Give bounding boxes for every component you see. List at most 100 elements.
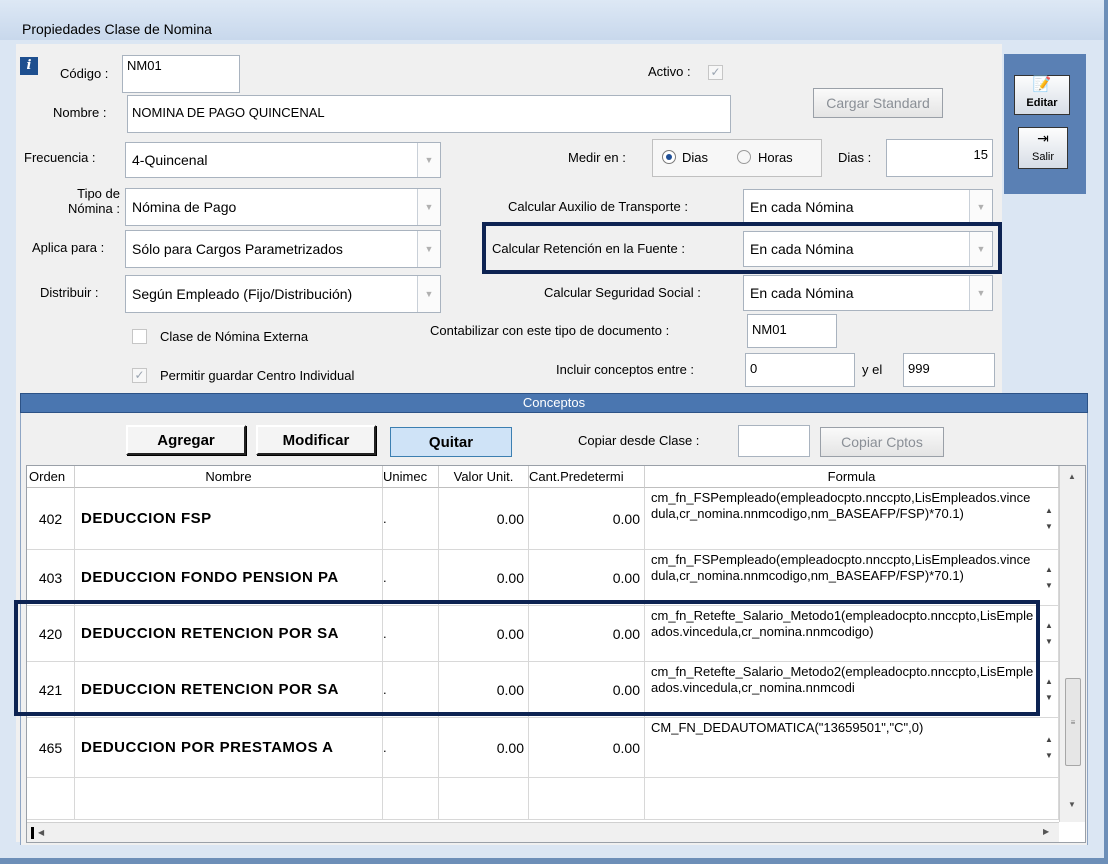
copiar-clase-field[interactable]: [738, 425, 810, 457]
column-header-unimed[interactable]: Unimec: [383, 466, 439, 488]
contabilizar-label: Contabilizar con este tipo de documento …: [430, 323, 670, 338]
table-row[interactable]: 403 DEDUCCION FONDO PENSION PA . 0.00 0.…: [27, 550, 1059, 606]
incluir-to-field[interactable]: 999: [903, 353, 995, 387]
column-header-formula[interactable]: Formula: [645, 466, 1059, 488]
activo-checkbox[interactable]: ✓: [708, 65, 723, 80]
cell-empty: [383, 778, 439, 819]
table-row[interactable]: 465 DEDUCCION POR PRESTAMOS A . 0.00 0.0…: [27, 718, 1059, 778]
table-row-empty: [27, 778, 1059, 820]
cell-cant: 0.00: [529, 550, 645, 605]
table-row[interactable]: 421 DEDUCCION RETENCION POR SA . 0.00 0.…: [27, 662, 1059, 718]
medir-horas-radio[interactable]: [737, 150, 751, 164]
cell-valor: 0.00: [439, 718, 529, 777]
incluir-from-field[interactable]: 0: [745, 353, 855, 387]
retencion-label: Calcular Retención en la Fuente :: [492, 241, 685, 256]
spin-icon[interactable]: ▲ ▼: [1040, 606, 1058, 661]
info-icon[interactable]: i: [20, 57, 38, 75]
conceptos-header: Conceptos: [20, 393, 1088, 413]
cell-formula-text: cm_fn_Retefte_Salario_Metodo1(empleadocp…: [651, 608, 1034, 639]
cell-orden: 421: [27, 662, 75, 717]
exit-label: Salir: [1031, 151, 1054, 163]
exit-icon: ⇥: [1037, 130, 1049, 146]
frecuencia-label: Frecuencia :: [24, 150, 96, 165]
cargar-standard-button[interactable]: Cargar Standard: [813, 88, 943, 118]
aux-transporte-value: En cada Nómina: [750, 199, 854, 215]
chevron-down-icon[interactable]: ▼: [969, 276, 992, 310]
seguridad-select[interactable]: En cada Nómina ▼: [743, 275, 993, 311]
cell-formula-text: cm_fn_Retefte_Salario_Metodo2(empleadocp…: [651, 664, 1034, 695]
permitir-label: Permitir guardar Centro Individual: [160, 368, 355, 383]
aplica-label: Aplica para :: [32, 240, 105, 255]
table-row[interactable]: 420 DEDUCCION RETENCION POR SA . 0.00 0.…: [27, 606, 1059, 662]
cell-formula[interactable]: cm_fn_Retefte_Salario_Metodo1(empleadocp…: [645, 606, 1059, 661]
tipo-value: Nómina de Pago: [132, 199, 237, 215]
table-row[interactable]: 402 DEDUCCION FSP . 0.00 0.00 cm_fn_FSPe…: [27, 488, 1059, 550]
spin-icon[interactable]: ▲ ▼: [1040, 718, 1058, 777]
conceptos-grid: Orden Nombre Unimec Valor Unit. Cant.Pre…: [26, 465, 1086, 843]
cell-valor: 0.00: [439, 488, 529, 549]
cell-formula-text: CM_FN_DEDAUTOMATICA("13659501","C",0): [651, 720, 924, 735]
cell-cant: 0.00: [529, 488, 645, 549]
chevron-down-icon[interactable]: ▼: [969, 190, 992, 224]
nombre-field[interactable]: NOMINA DE PAGO QUINCENAL: [127, 95, 731, 133]
permitir-checkbox[interactable]: ✓: [132, 368, 147, 383]
column-header-cant[interactable]: Cant.Predetermi: [529, 466, 645, 488]
quitar-label: Quitar: [428, 433, 474, 451]
tipo-label-2: Nómina :: [67, 201, 120, 216]
distribuir-select[interactable]: Según Empleado (Fijo/Distribución) ▼: [125, 275, 441, 313]
chevron-down-icon[interactable]: ▼: [417, 189, 440, 225]
seguridad-value: En cada Nómina: [750, 285, 854, 301]
cell-formula[interactable]: cm_fn_FSPempleado(empleadocpto.nnccpto,L…: [645, 550, 1059, 605]
chevron-down-icon[interactable]: ▼: [969, 232, 992, 266]
scroll-right-icon[interactable]: ▶: [1043, 827, 1049, 836]
chevron-down-icon[interactable]: ▼: [417, 231, 440, 267]
vertical-scrollbar[interactable]: ▲ ≡ ▼: [1059, 466, 1085, 822]
quitar-button[interactable]: Quitar: [390, 427, 512, 457]
cell-formula-text: cm_fn_FSPempleado(empleadocpto.nnccpto,L…: [651, 552, 1031, 583]
horizontal-scrollbar[interactable]: ◀ ▶: [27, 822, 1059, 842]
title-bar: Propiedades Clase de Nomina: [0, 0, 1104, 40]
frecuencia-select[interactable]: 4-Quincenal ▼: [125, 142, 441, 178]
aplica-select[interactable]: Sólo para Cargos Parametrizados ▼: [125, 230, 441, 268]
cell-formula[interactable]: cm_fn_FSPempleado(empleadocpto.nnccpto,L…: [645, 488, 1059, 549]
agregar-button[interactable]: Agregar: [126, 425, 246, 455]
column-header-orden[interactable]: Orden: [27, 466, 75, 488]
externa-checkbox[interactable]: [132, 329, 147, 344]
modificar-button[interactable]: Modificar: [256, 425, 376, 455]
scroll-down-icon[interactable]: ▼: [1068, 800, 1076, 809]
contabilizar-field[interactable]: NM01: [747, 314, 837, 348]
nombre-label: Nombre :: [53, 105, 107, 120]
cell-formula[interactable]: cm_fn_Retefte_Salario_Metodo2(empleadocp…: [645, 662, 1059, 717]
tipo-select[interactable]: Nómina de Pago ▼: [125, 188, 441, 226]
dias-field[interactable]: 15: [886, 139, 993, 177]
copiar-cptos-button[interactable]: Copiar Cptos: [820, 427, 944, 457]
incluir-y-label: y el: [862, 362, 883, 377]
retencion-select[interactable]: En cada Nómina ▼: [743, 231, 993, 267]
chevron-down-icon[interactable]: ▼: [417, 276, 440, 312]
aux-transporte-label: Calcular Auxilio de Transporte :: [508, 199, 688, 214]
exit-button[interactable]: ⇥ Salir: [1018, 127, 1068, 169]
edit-icon: 📝: [1032, 76, 1052, 93]
chevron-down-icon[interactable]: ▼: [417, 143, 440, 177]
cell-formula-text: cm_fn_FSPempleado(empleadocpto.nnccpto,L…: [651, 490, 1031, 521]
medir-dias-radio[interactable]: [662, 150, 676, 164]
cell-formula[interactable]: CM_FN_DEDAUTOMATICA("13659501","C",0) ▲ ▼: [645, 718, 1059, 777]
scroll-left-icon[interactable]: ◀: [31, 827, 44, 839]
window: Propiedades Clase de Nomina i Código : N…: [0, 0, 1108, 864]
cell-nombre: DEDUCCION RETENCION POR SA: [75, 662, 383, 717]
edit-button[interactable]: 📝 Editar: [1014, 75, 1070, 115]
cell-empty: [27, 778, 75, 819]
codigo-label: Código :: [60, 66, 109, 81]
codigo-field[interactable]: NM01: [122, 55, 240, 93]
scrollbar-thumb[interactable]: ≡: [1065, 678, 1081, 766]
cell-nombre: DEDUCCION FSP: [75, 488, 383, 549]
spin-icon[interactable]: ▲ ▼: [1040, 550, 1058, 605]
spin-icon[interactable]: ▲ ▼: [1040, 488, 1058, 549]
column-header-nombre[interactable]: Nombre: [75, 466, 383, 488]
scroll-up-icon[interactable]: ▲: [1068, 472, 1076, 481]
frecuencia-value: 4-Quincenal: [132, 152, 208, 168]
column-header-valor[interactable]: Valor Unit.: [439, 466, 529, 488]
cell-orden: 465: [27, 718, 75, 777]
aux-transporte-select[interactable]: En cada Nómina ▼: [743, 189, 993, 225]
spin-icon[interactable]: ▲ ▼: [1040, 662, 1058, 717]
